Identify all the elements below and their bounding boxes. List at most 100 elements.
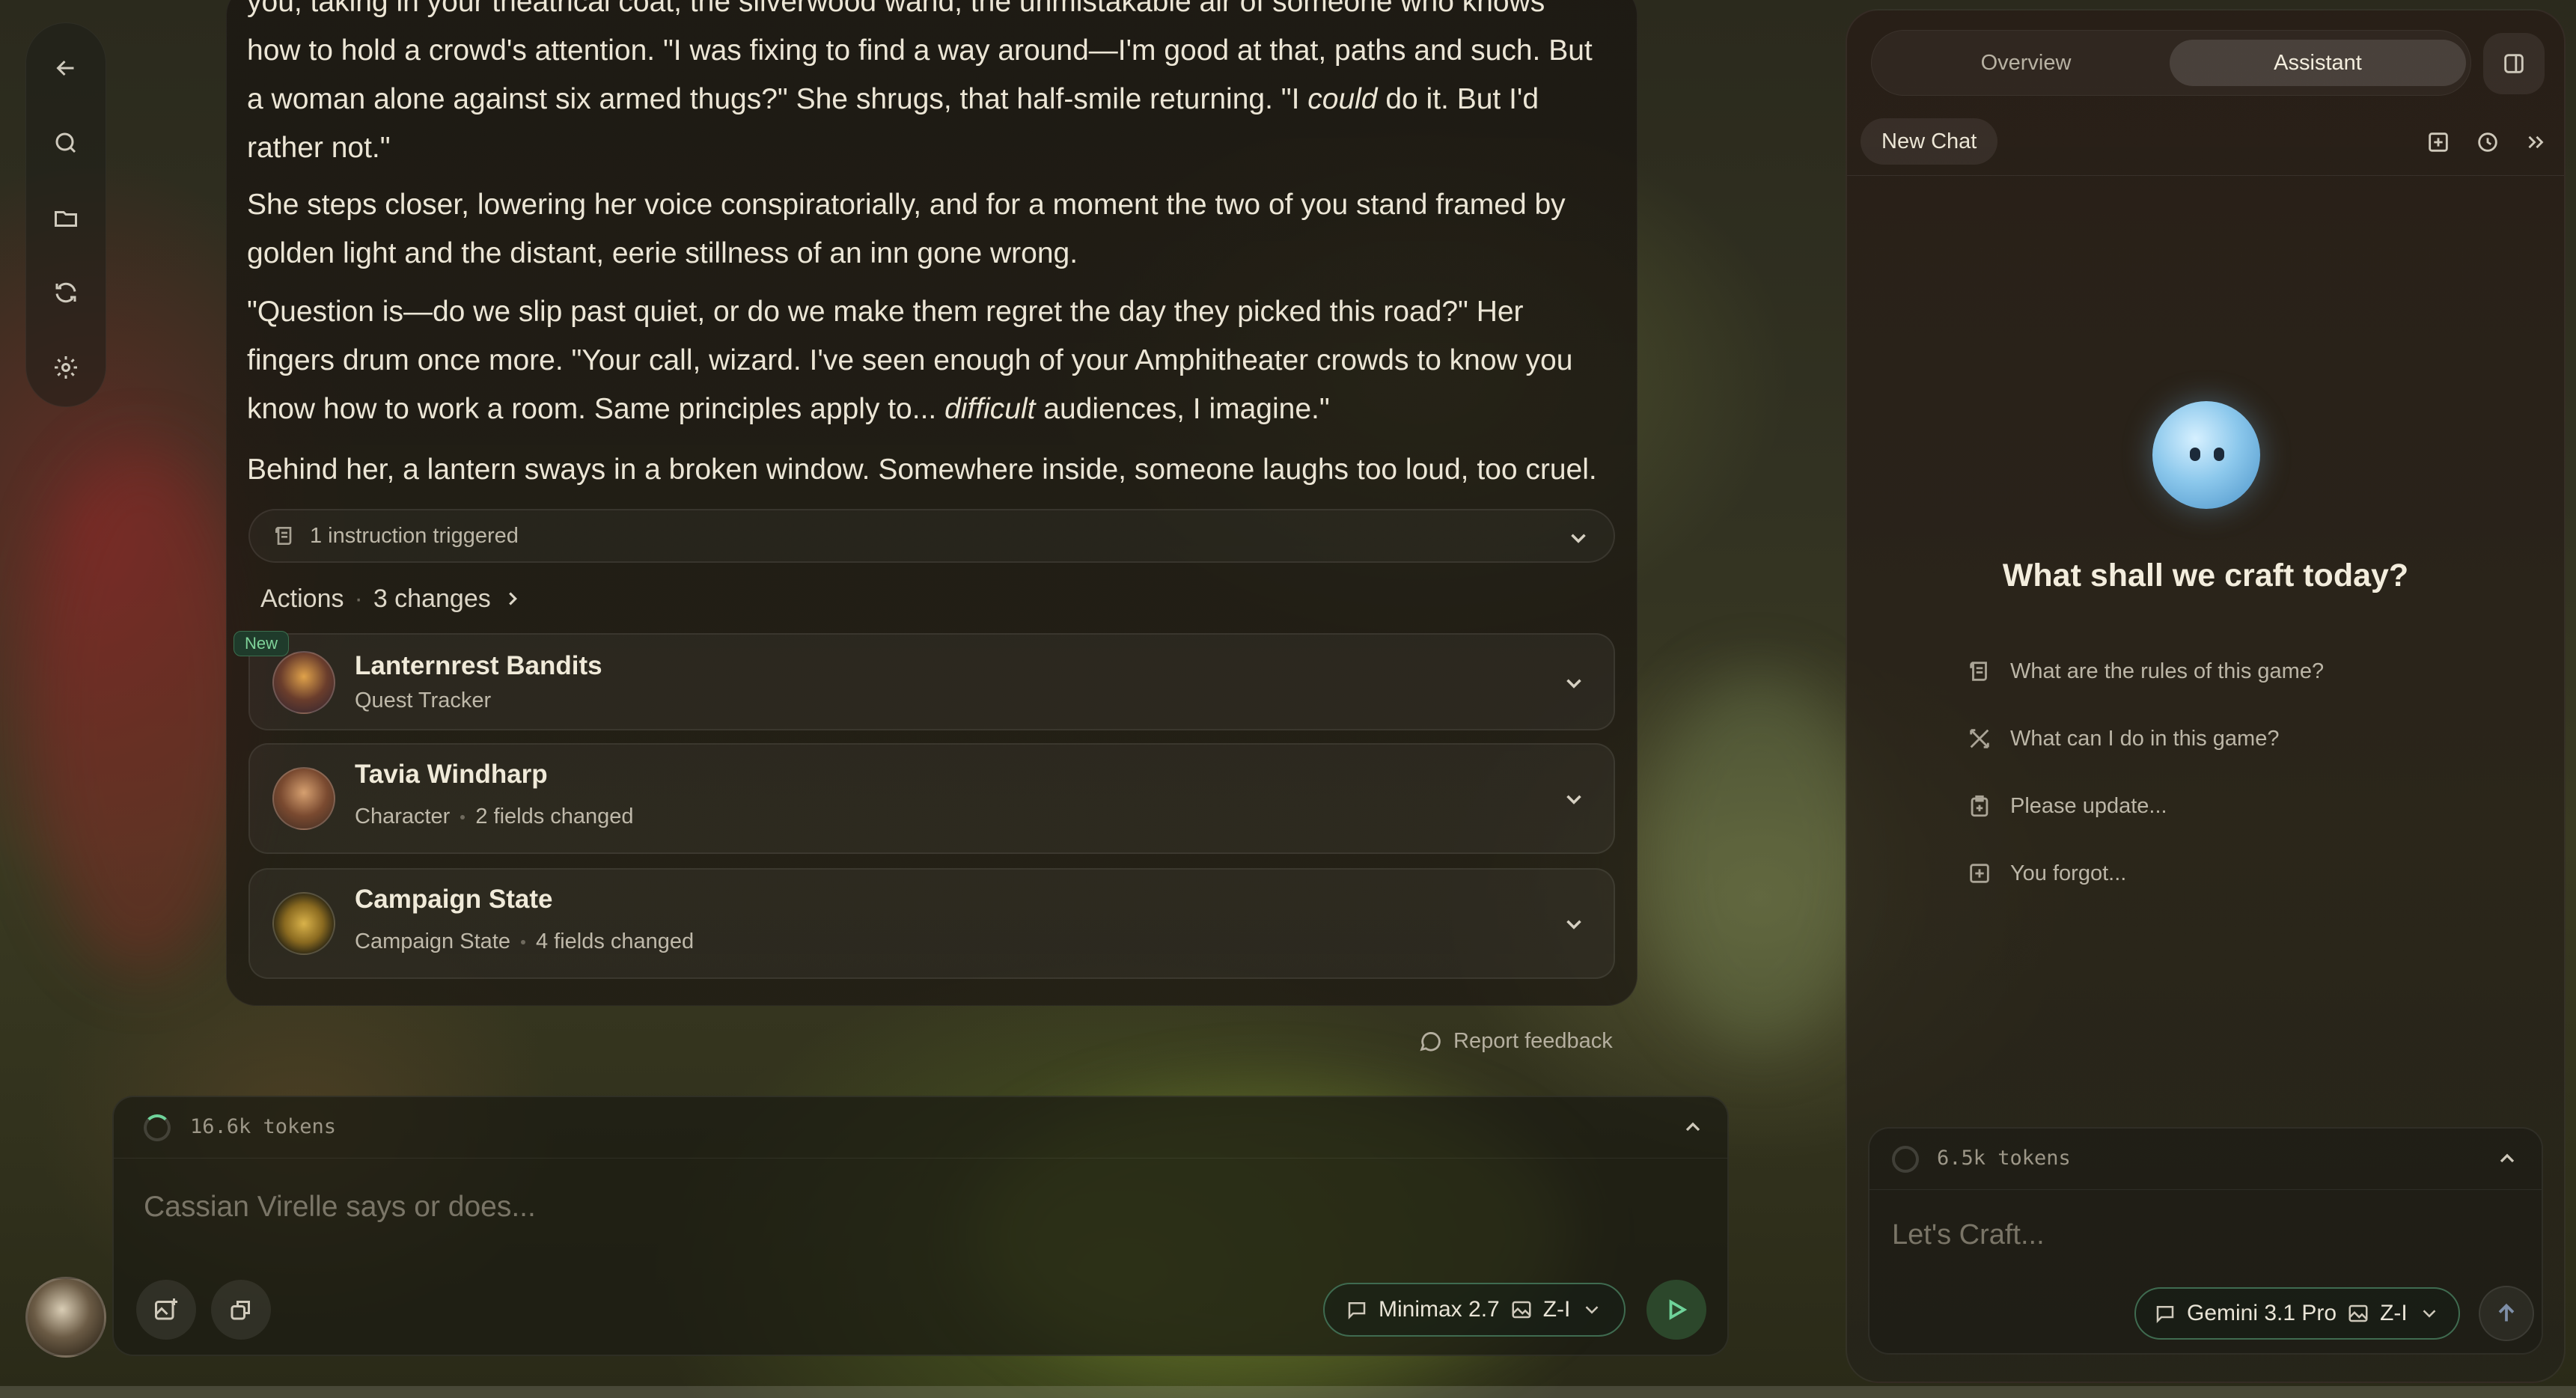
background-scenery	[1646, 674, 1871, 1048]
chevron-down-icon	[1561, 912, 1588, 938]
change-card-character[interactable]: Tavia Windharp Character 2 fields changed	[248, 743, 1615, 854]
user-avatar[interactable]	[25, 1277, 106, 1358]
model-name: Gemini 3.1 Pro	[2187, 1301, 2337, 1325]
composer-token-bar[interactable]: 16.6k tokens	[114, 1097, 1727, 1159]
layers-icon	[231, 1301, 250, 1320]
change-title: Campaign State	[355, 885, 553, 914]
suggestion-rules[interactable]: What are the rules of this game?	[1967, 659, 2324, 684]
chevron-up-icon[interactable]	[1681, 1115, 1705, 1142]
token-usage-ring	[1892, 1146, 1919, 1173]
scroll-icon	[275, 527, 292, 545]
instruction-label: 1 instruction triggered	[310, 523, 519, 548]
character-thumbnail	[272, 767, 335, 830]
collapse-panel-button[interactable]	[2521, 127, 2551, 157]
arrow-up-icon	[2498, 1303, 2515, 1322]
speech-bubble-icon	[1420, 1032, 1441, 1051]
search-button[interactable]	[43, 120, 88, 165]
suggestion-actions[interactable]: What can I do in this game?	[1967, 726, 2279, 751]
folder-button[interactable]	[43, 195, 88, 240]
tab-assistant[interactable]: Assistant	[2170, 40, 2466, 86]
change-title: Lanternrest Bandits	[355, 651, 602, 680]
report-feedback-link[interactable]: Report feedback	[1417, 1028, 1613, 1054]
chat-tab-new-chat[interactable]: New Chat	[1861, 118, 1998, 165]
token-count: 6.5k tokens	[1937, 1147, 2071, 1170]
chevron-down-icon	[1566, 525, 1591, 557]
mascot-eye	[2190, 448, 2200, 461]
image-model-name: Z-I	[1542, 1297, 1571, 1322]
story-line: you, taking in your theatrical coat, the…	[247, 0, 1545, 18]
actions-summary[interactable]: Actions · 3 changes	[260, 580, 524, 617]
model-name: Minimax 2.7	[1379, 1297, 1500, 1322]
story-paragraph-1: you, taking in your theatrical coat, the…	[247, 0, 1639, 172]
instruction-triggered-bar[interactable]: 1 instruction triggered	[248, 509, 1615, 563]
story-line: a woman alone against six armed thugs?" …	[247, 83, 1539, 115]
background-scenery	[30, 449, 254, 973]
changes-count: 3 changes	[373, 584, 491, 613]
chat-bubble-icon	[1348, 1302, 1366, 1320]
story-paragraph-3: "Question is—do we slip past quiet, or d…	[247, 296, 1573, 425]
crossed-swords-icon	[1970, 729, 1989, 748]
assistant-input[interactable]	[1892, 1211, 2521, 1259]
chevron-down-icon	[1585, 1306, 1599, 1314]
story-line: how to hold a crowd's attention. "I was …	[247, 34, 1593, 67]
image-icon	[2348, 1304, 2368, 1322]
image-model-name: Z-I	[2380, 1301, 2408, 1325]
chevron-down-icon	[2423, 1310, 2436, 1318]
change-subtitle: Campaign State 4 fields changed	[355, 930, 695, 953]
change-card-quest[interactable]: Lanternrest Bandits Quest Tracker	[248, 633, 1615, 730]
message-composer: 16.6k tokens Minimax 2.7 Z-I	[112, 1096, 1729, 1356]
assistant-model-selector[interactable]: Gemini 3.1 Pro Z-I	[2134, 1287, 2460, 1340]
clock-icon	[2478, 132, 2497, 152]
panel-toggle-button[interactable]	[2483, 33, 2545, 94]
add-image-button[interactable]	[136, 1280, 196, 1340]
chevron-down-icon	[1561, 671, 1588, 698]
new-badge: New	[234, 631, 290, 656]
settings-button[interactable]	[43, 345, 88, 390]
panel-divider	[1847, 175, 2564, 176]
change-subtitle: Character 2 fields changed	[355, 805, 634, 828]
actions-label: Actions	[260, 584, 344, 613]
assistant-composer: 6.5k tokens Gemini 3.1 Pro Z-I	[1868, 1127, 2543, 1355]
chevron-right-icon	[508, 592, 517, 605]
scroll-icon	[1970, 662, 1987, 681]
change-title: Tavia Windharp	[355, 760, 548, 789]
separator: ·	[354, 584, 363, 613]
change-subtitle: Quest Tracker	[355, 689, 492, 712]
message-input[interactable]	[144, 1181, 1700, 1233]
change-card-campaign[interactable]: Campaign State Campaign State 4 fields ch…	[248, 868, 1615, 979]
suggestion-forgot[interactable]: You forgot...	[1967, 861, 2126, 886]
story-line: rather not."	[247, 132, 391, 164]
chat-bubble-icon	[2156, 1306, 2174, 1324]
assistant-heading: What shall we craft today?	[2002, 558, 2409, 593]
story-paragraph-2: She steps closer, lowering her voice con…	[247, 189, 1566, 269]
tab-overview[interactable]: Overview	[1878, 40, 2174, 86]
layers-button[interactable]	[211, 1280, 271, 1340]
clipboard-icon	[1971, 795, 1989, 817]
send-button[interactable]	[1646, 1280, 1706, 1340]
assistant-send-button[interactable]	[2479, 1286, 2534, 1341]
mascot-eye	[2214, 448, 2224, 461]
search-icon	[55, 132, 76, 153]
new-chat-icon	[2429, 132, 2448, 152]
model-selector[interactable]: Minimax 2.7 Z-I	[1323, 1283, 1626, 1337]
quest-thumbnail	[272, 651, 335, 714]
new-chat-button[interactable]	[2423, 127, 2453, 157]
suggestion-update[interactable]: Please update...	[1967, 793, 2167, 819]
assistant-mascot	[2152, 401, 2260, 509]
back-button[interactable]	[43, 46, 88, 91]
sidebar-toggle-icon	[2504, 54, 2524, 73]
gear-icon	[55, 356, 77, 379]
assistant-token-bar[interactable]: 6.5k tokens	[1870, 1129, 2542, 1190]
chevron-down-icon	[1561, 787, 1588, 814]
refresh-button[interactable]	[43, 270, 88, 315]
note-plus-icon	[1970, 864, 1989, 883]
chevron-up-icon[interactable]	[2495, 1147, 2519, 1173]
token-usage-ring	[144, 1114, 171, 1141]
panel-tab-switcher: Overview Assistant	[1871, 30, 2471, 96]
refresh-icon	[55, 282, 76, 303]
left-nav-rail	[25, 22, 106, 407]
image-plus-icon	[155, 1298, 177, 1320]
image-icon	[1512, 1301, 1531, 1319]
history-button[interactable]	[2473, 127, 2503, 157]
bottom-edge	[0, 1386, 2576, 1398]
